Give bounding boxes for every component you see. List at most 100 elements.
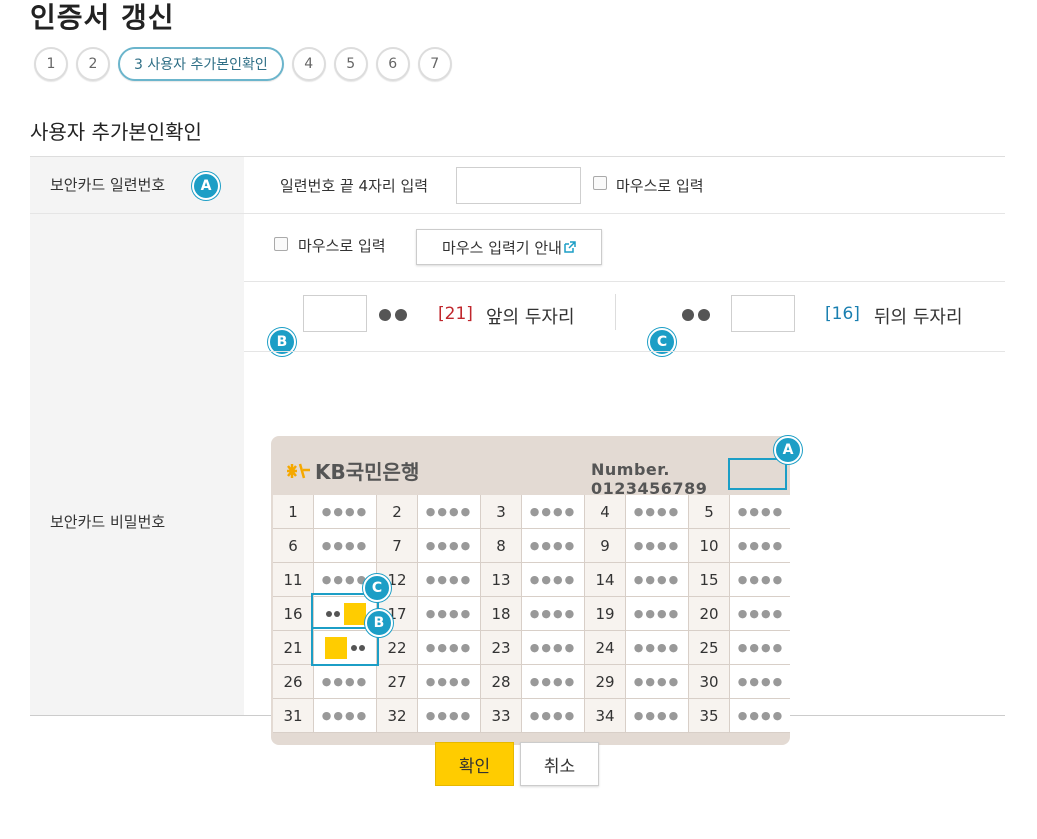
card-value-cell: ●●●● [418, 699, 481, 733]
password-c-desc: 뒤의 두자리 [874, 307, 963, 328]
cancel-button[interactable]: 취소 [520, 742, 599, 786]
password-b-desc: 앞의 두자리 [486, 307, 575, 328]
card-index-cell: 30 [689, 665, 730, 699]
card-value-cell: ●●●● [730, 699, 790, 733]
card-index-cell: 19 [585, 597, 626, 631]
highlight-a [728, 458, 787, 490]
card-index-cell: 35 [689, 699, 730, 733]
card-index-cell: 18 [481, 597, 522, 631]
card-index-cell: 15 [689, 563, 730, 597]
card-index-cell: 2 [377, 495, 418, 529]
card-value-cell: ●●●● [626, 665, 689, 699]
card-value-cell: ●●●● [626, 631, 689, 665]
badge-a-icon: A [192, 172, 220, 200]
card-value-cell: ●●●● [730, 563, 790, 597]
card-value-cell: ●●●● [418, 597, 481, 631]
bank-logo: KB국민은행 [285, 456, 419, 485]
card-value-cell: ●●●● [626, 529, 689, 563]
step-4: 4 [291, 47, 326, 81]
step-indicator: 1 2 3 사용자 추가본인확인 4 5 6 7 [34, 47, 452, 81]
step-5: 5 [333, 47, 368, 81]
password-b-input[interactable] [303, 295, 367, 332]
card-index-cell: 28 [481, 665, 522, 699]
card-value-cell: ●●●● [626, 699, 689, 733]
card-value-cell: ●●●● [522, 597, 585, 631]
card-index-cell: 6 [273, 529, 314, 563]
card-index-cell: 31 [273, 699, 314, 733]
card-value-cell: ●●●● [522, 563, 585, 597]
card-value-cell: ●●●● [418, 563, 481, 597]
step-1: 1 [34, 47, 68, 81]
card-value-cell: ●●●● [730, 631, 790, 665]
password-mouse-checkbox[interactable] [274, 237, 288, 251]
card-badge-c-icon: C [363, 574, 391, 602]
card-index-cell: 9 [585, 529, 626, 563]
step-7: 7 [417, 47, 452, 81]
card-value-cell: ●●●● [626, 563, 689, 597]
page-title: 인증서 갱신 [30, 1, 175, 34]
step-2: 2 [76, 47, 110, 81]
card-index-cell: 4 [585, 495, 626, 529]
card-index-cell: 8 [481, 529, 522, 563]
card-index-cell: 32 [377, 699, 418, 733]
serial-header-cell: 보안카드 일련번호 A [30, 157, 244, 213]
external-link-icon [564, 241, 576, 253]
kb-star-icon [287, 463, 310, 478]
confirm-button[interactable]: 확인 [435, 742, 514, 786]
section-title: 사용자 추가본인확인 [30, 120, 202, 144]
card-value-cell: ●●●● [626, 495, 689, 529]
card-badge-b-icon: B [365, 609, 393, 637]
divider [244, 281, 1005, 282]
card-value-cell: ●●●● [730, 665, 790, 699]
mouse-guide-label: 마우스 입력기 안내 [442, 238, 562, 257]
serial-label: 보안카드 일련번호 [50, 176, 166, 194]
card-index-cell: 25 [689, 631, 730, 665]
password-c-mask [682, 306, 714, 325]
card-value-cell: ●●●● [522, 699, 585, 733]
verification-form: 보안카드 일련번호 A 일련번호 끝 4자리 입력 마우스로 입력 보안카드 비… [30, 156, 1005, 745]
card-index-cell: 10 [689, 529, 730, 563]
card-index-cell: 7 [377, 529, 418, 563]
card-value-cell: ●●●● [314, 495, 377, 529]
password-c-index: [16] [825, 304, 860, 324]
card-index-cell: 34 [585, 699, 626, 733]
card-index-cell: 11 [273, 563, 314, 597]
serial-input[interactable] [456, 167, 581, 204]
password-header-cell: 보안카드 비밀번호 [30, 214, 244, 715]
card-index-cell: 5 [689, 495, 730, 529]
divider [244, 351, 1005, 352]
card-value-cell: ●●●● [730, 495, 790, 529]
step-6: 6 [375, 47, 410, 81]
serial-mouse-label: 마우스로 입력 [616, 177, 704, 195]
card-value-cell: ●●●● [418, 529, 481, 563]
card-index-cell: 14 [585, 563, 626, 597]
card-value-cell: ●●●● [730, 597, 790, 631]
card-index-cell: 16 [273, 597, 314, 631]
card-index-cell: 27 [377, 665, 418, 699]
password-b-index: [21] [438, 304, 473, 324]
card-badge-a-icon: A [774, 436, 802, 464]
serial-prompt: 일련번호 끝 4자리 입력 [280, 177, 429, 195]
card-value-cell: ●●●● [314, 699, 377, 733]
card-value-cell: ●●●● [522, 631, 585, 665]
mouse-guide-button[interactable]: 마우스 입력기 안내 [416, 229, 602, 265]
card-index-cell: 26 [273, 665, 314, 699]
card-index-cell: 33 [481, 699, 522, 733]
card-value-cell: ●●●● [418, 665, 481, 699]
card-value-cell: ●●●● [730, 529, 790, 563]
password-c-input[interactable] [731, 295, 795, 332]
card-value-cell: ●●●● [522, 495, 585, 529]
password-label: 보안카드 비밀번호 [50, 513, 166, 531]
card-value-cell: ●●●● [314, 529, 377, 563]
bank-name: KB국민은행 [315, 460, 420, 484]
password-row: 보안카드 비밀번호 마우스로 입력 마우스 입력기 안내 B [21] 앞의 두… [30, 214, 1005, 745]
card-value-cell: ●●●● [522, 529, 585, 563]
serial-mouse-checkbox[interactable] [593, 176, 607, 190]
card-index-cell: 1 [273, 495, 314, 529]
group-divider [615, 294, 616, 330]
password-mouse-label: 마우스로 입력 [298, 237, 386, 255]
card-value-cell: ●●●● [314, 665, 377, 699]
step-3-active: 3 사용자 추가본인확인 [118, 47, 284, 81]
password-b-mask [379, 306, 411, 325]
card-value-cell: ●●●● [418, 631, 481, 665]
